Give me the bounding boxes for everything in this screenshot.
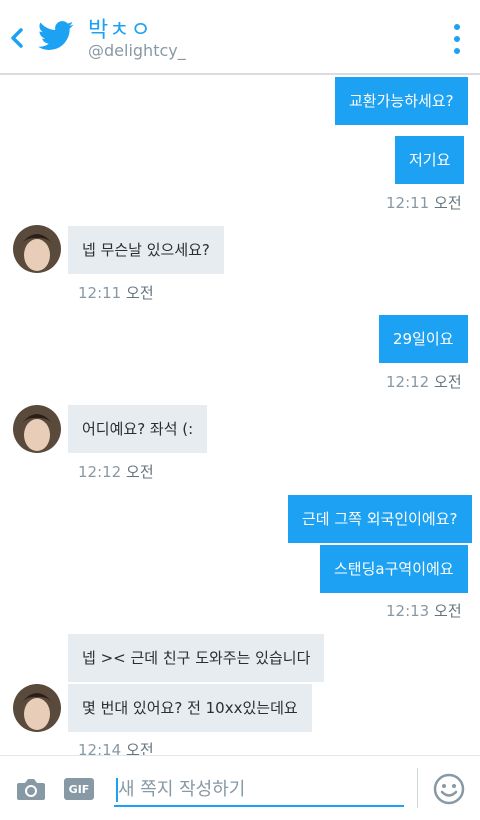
conversation-header: 박ㅊㅇ @delightcy_ <box>0 0 480 75</box>
message-timestamp: 12:13 오전 <box>386 602 462 620</box>
message-composer: GIF <box>0 755 480 820</box>
chevron-left-icon[interactable] <box>8 26 26 50</box>
avatar[interactable] <box>13 225 61 273</box>
avatar[interactable] <box>13 684 61 732</box>
message-bubble-outgoing[interactable]: 29일이요 <box>379 315 468 363</box>
message-bubble-outgoing[interactable]: 근데 그쪽 외국인이에요? <box>288 495 472 543</box>
composer-divider <box>417 768 418 808</box>
message-bubble-outgoing[interactable]: 교환가능하세요? <box>335 77 468 125</box>
twitter-bird-icon <box>38 21 74 50</box>
message-bubble-outgoing[interactable]: 저기요 <box>395 136 465 184</box>
conversation-handle: @delightcy_ <box>88 41 186 60</box>
message-text: 몇 번대 있어요? 전 10xx있는데요 <box>82 699 298 717</box>
smiley-icon[interactable] <box>433 773 465 805</box>
message-text: 스탠딩a구역이에요 <box>334 560 454 578</box>
message-bubble-outgoing[interactable]: 스탠딩a구역이에요 <box>320 545 468 593</box>
message-bubble-incoming[interactable]: 어디예요? 좌석 (: <box>68 405 208 453</box>
conversation-title: 박ㅊㅇ <box>88 18 152 43</box>
message-text: 교환가능하세요? <box>349 92 454 110</box>
message-timestamp: 12:11 오전 <box>78 284 154 302</box>
camera-icon[interactable] <box>16 776 46 802</box>
message-timestamp: 12:12 오전 <box>386 373 462 391</box>
gif-button[interactable]: GIF <box>64 778 94 800</box>
message-list[interactable]: 교환가능하세요? 저기요 12:11 오전 넵 무슨날 있으세요? 12:11 … <box>0 77 480 755</box>
message-bubble-incoming[interactable]: 몇 번대 있어요? 전 10xx있는데요 <box>68 684 312 732</box>
avatar[interactable] <box>13 405 61 453</box>
message-text: 저기요 <box>409 151 451 169</box>
message-bubble-incoming[interactable]: 넵 무슨날 있으세요? <box>68 226 224 274</box>
message-text: 넵 무슨날 있으세요? <box>82 241 210 259</box>
message-timestamp: 12:14 오전 <box>78 741 154 755</box>
message-timestamp: 12:11 오전 <box>386 194 462 212</box>
message-timestamp: 12:12 오전 <box>78 463 154 481</box>
text-cursor <box>116 778 118 802</box>
message-input[interactable] <box>114 773 404 807</box>
message-text: 29일이요 <box>393 330 454 348</box>
message-text: 어디예요? 좌석 (: <box>82 420 194 438</box>
message-text: 넵 >< 근데 친구 도와주는 있습니다 <box>82 649 311 667</box>
message-text: 근데 그쪽 외국인이에요? <box>302 510 458 528</box>
more-vertical-icon[interactable] <box>450 22 464 56</box>
message-bubble-incoming[interactable]: 넵 >< 근데 친구 도와주는 있습니다 <box>68 634 325 682</box>
